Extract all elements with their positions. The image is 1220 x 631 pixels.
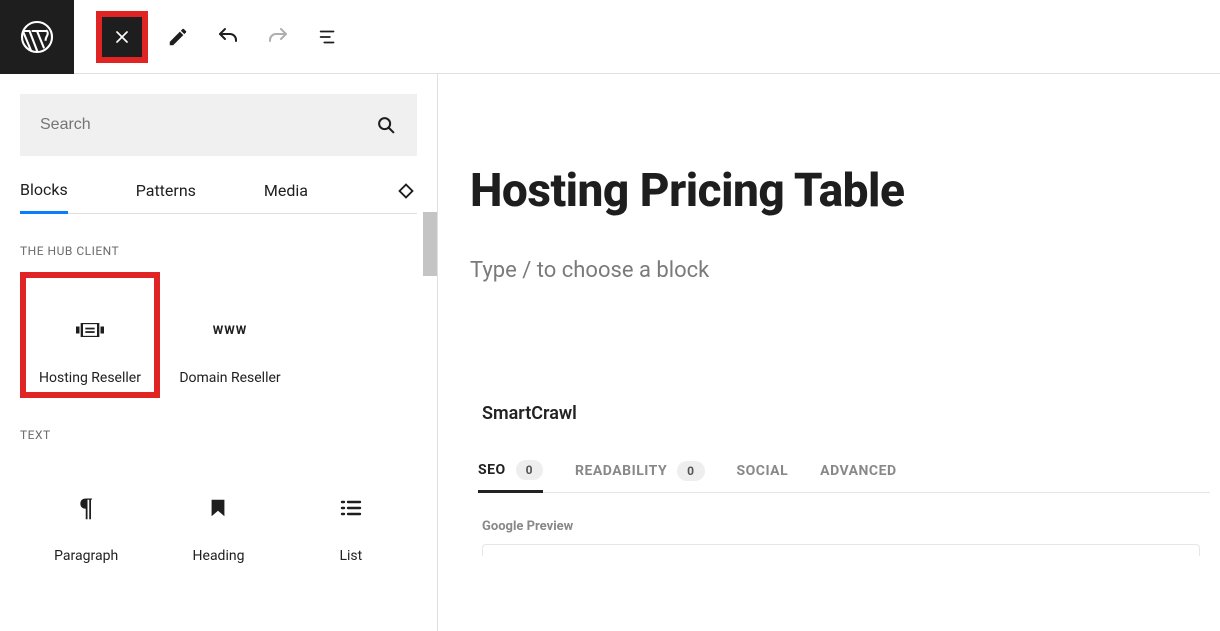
edit-tool-button[interactable]	[158, 17, 198, 57]
readability-badge: 0	[677, 461, 704, 481]
tab-label: ADVANCED	[820, 463, 896, 479]
block-placeholder[interactable]: Type / to choose a block	[470, 258, 1210, 283]
heading-icon	[207, 497, 229, 519]
domain-reseller-icon: WWW	[213, 323, 248, 337]
seo-badge: 0	[516, 460, 543, 480]
tab-advanced[interactable]: ADVANCED	[820, 453, 896, 489]
tab-patterns[interactable]: Patterns	[136, 169, 196, 212]
google-preview-label: Google Preview	[482, 519, 1210, 534]
block-hosting-reseller[interactable]: Hosting Reseller	[20, 272, 160, 398]
inserter-tabs: Blocks Patterns Media	[20, 168, 417, 214]
smartcrawl-title: SmartCrawl	[482, 403, 1210, 424]
block-domain-reseller[interactable]: WWW Domain Reseller	[160, 272, 300, 398]
tab-label: READABILITY	[575, 463, 667, 479]
document-overview-button[interactable]	[308, 17, 348, 57]
paragraph-icon: ¶	[79, 493, 93, 523]
block-list[interactable]: List	[285, 456, 417, 570]
wordpress-logo[interactable]	[0, 0, 74, 74]
search-icon	[375, 114, 397, 136]
tab-blocks[interactable]: Blocks	[20, 168, 68, 214]
group-title-hub: THE HUB CLIENT	[20, 244, 417, 258]
hosting-reseller-icon	[76, 323, 104, 337]
tab-seo[interactable]: SEO 0	[478, 450, 543, 493]
redo-button[interactable]	[258, 17, 298, 57]
tab-social[interactable]: SOCIAL	[737, 453, 789, 489]
undo-button[interactable]	[208, 17, 248, 57]
tab-media[interactable]: Media	[264, 169, 308, 212]
close-inserter-highlight	[96, 11, 148, 63]
block-search	[20, 94, 417, 156]
search-input[interactable]	[40, 116, 375, 134]
smartcrawl-panel: SmartCrawl SEO 0 READABILITY 0 SOCIAL AD…	[470, 403, 1210, 556]
close-inserter-button[interactable]	[102, 17, 142, 57]
scrollbar[interactable]	[423, 212, 437, 276]
block-label: List	[339, 548, 362, 564]
editor-canvas: Hosting Pricing Table Type / to choose a…	[438, 74, 1220, 631]
google-preview-box	[482, 544, 1200, 556]
block-paragraph[interactable]: ¶ Paragraph	[20, 456, 152, 570]
tab-label: SEO	[478, 462, 506, 478]
tab-readability[interactable]: READABILITY 0	[575, 451, 704, 491]
block-inserter-panel: Blocks Patterns Media THE HUB CLIENT Hos…	[0, 74, 438, 631]
design-tools-icon[interactable]	[395, 180, 417, 202]
page-title[interactable]: Hosting Pricing Table	[470, 164, 1210, 218]
block-label: Hosting Reseller	[39, 370, 141, 386]
block-label: Heading	[193, 548, 245, 564]
editor-toolbar	[0, 0, 1220, 74]
block-heading[interactable]: Heading	[152, 456, 284, 570]
group-title-text: TEXT	[20, 428, 417, 442]
smartcrawl-tabs: SEO 0 READABILITY 0 SOCIAL ADVANCED	[478, 450, 1210, 493]
list-icon	[339, 496, 363, 520]
tab-label: SOCIAL	[737, 463, 789, 479]
block-label: Domain Reseller	[179, 370, 280, 386]
block-label: Paragraph	[54, 548, 118, 564]
